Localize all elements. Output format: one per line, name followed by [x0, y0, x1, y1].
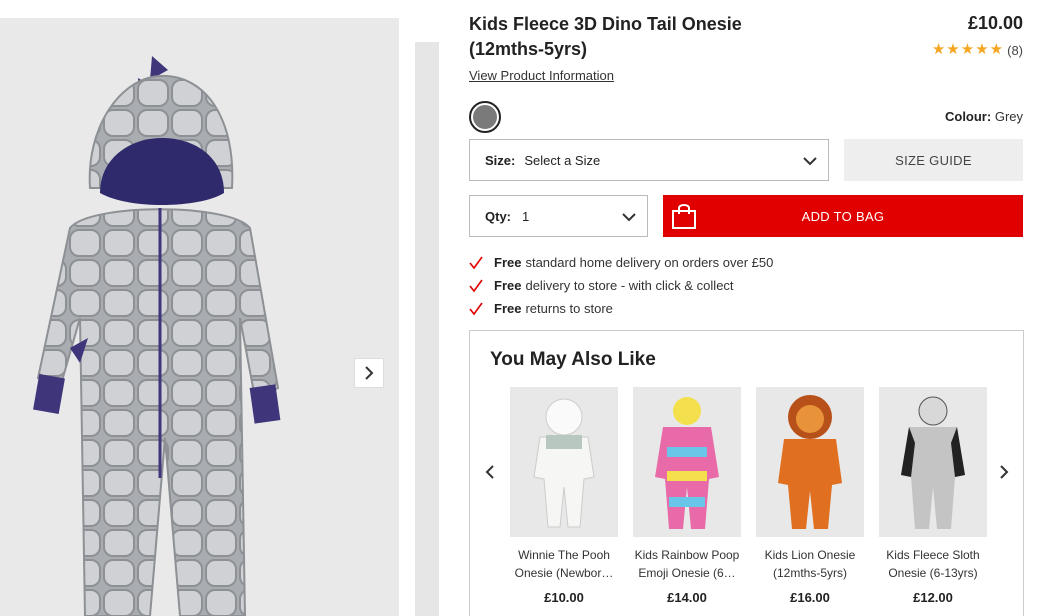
benefit-text: returns to store [525, 301, 613, 316]
tick-icon [469, 302, 483, 315]
recommendation-card[interactable]: Kids Lion Onesie (12mths-5yrs) £16.00 [756, 387, 864, 605]
benefit-bold: Free [494, 255, 522, 270]
star-icon: ★ [960, 41, 975, 58]
benefit-bold: Free [494, 278, 522, 293]
colour-swatch-grey[interactable] [469, 101, 501, 133]
colour-indicator: Colour: Grey [945, 109, 1023, 124]
size-label: Size: [485, 152, 516, 168]
recommendation-name: Winnie The Pooh Onesie (Newbor… [514, 548, 614, 580]
recommendation-card[interactable]: Kids Rainbow Poop Emoji Onesie (6… £14.0… [633, 387, 741, 605]
chevron-down-icon [622, 213, 636, 222]
recommendation-image [879, 387, 987, 537]
colour-value: Grey [994, 109, 1023, 124]
you-may-also-like-panel: You May Also Like Winnie The Pooh Onesie… [469, 330, 1024, 616]
star-icon: ★ [975, 41, 989, 58]
recommendation-name: Kids Lion Onesie (12mths-5yrs) [764, 548, 856, 580]
swatch-fill [473, 105, 497, 129]
benefit-text: standard home delivery on orders over £5… [525, 255, 774, 270]
size-guide-button[interactable]: SIZE GUIDE [844, 139, 1023, 181]
recommendation-image [510, 387, 618, 537]
recommendation-price: £10.00 [544, 590, 584, 605]
benefit-item: Free delivery to store - with click & co… [469, 274, 773, 297]
quantity-select[interactable]: Qty: 1 [469, 195, 648, 237]
product-title: Kids Fleece 3D Dino Tail Onesie (12mths-… [469, 14, 742, 59]
recommendation-card[interactable]: Winnie The Pooh Onesie (Newbor… £10.00 [510, 387, 618, 605]
chevron-down-icon [803, 157, 817, 166]
star-icon: ★ [946, 41, 960, 58]
chevron-right-icon [365, 366, 374, 380]
shopping-bag-icon [663, 195, 705, 237]
add-to-bag-label: ADD TO BAG [801, 208, 885, 224]
recommendations-next-button[interactable] [994, 461, 1014, 483]
dino-onesie-image [33, 56, 281, 616]
tick-icon [469, 279, 483, 292]
size-select[interactable]: Size: Select a Size [469, 139, 829, 181]
gallery-next-button[interactable] [354, 358, 384, 388]
benefit-item: Free returns to store [469, 297, 773, 320]
recommendation-image [633, 387, 741, 537]
colour-label: Colour: [944, 109, 992, 124]
size-value: Select a Size [524, 152, 601, 168]
recommendations-prev-button[interactable] [480, 461, 500, 483]
recommendations-title: You May Also Like [490, 349, 656, 370]
recommendation-card[interactable]: Kids Fleece Sloth Onesie (6-13yrs) £12.0… [879, 387, 987, 605]
recommendation-price: £12.00 [913, 590, 953, 605]
benefit-bold: Free [494, 301, 522, 316]
product-price: £10.00 [967, 13, 1023, 33]
chevron-left-icon [485, 465, 494, 479]
recommendation-price: £14.00 [667, 590, 707, 605]
chevron-right-icon [1000, 465, 1009, 479]
delivery-benefits: Free standard home delivery on orders ov… [469, 251, 773, 320]
tick-icon [469, 256, 483, 269]
star-icon: ★ [989, 41, 1004, 58]
qty-value: 1 [522, 208, 530, 224]
rating-count: (8) [1007, 42, 1023, 58]
star-icon: ★ [931, 41, 946, 58]
add-to-bag-button[interactable]: ADD TO BAG [663, 195, 1023, 237]
recommendation-name: Kids Fleece Sloth Onesie (6-13yrs) [886, 548, 980, 580]
qty-label: Qty: [485, 208, 511, 224]
benefit-text: delivery to store - with click & collect [525, 278, 734, 293]
view-product-information-link[interactable]: View Product Information [469, 68, 614, 83]
product-rating[interactable]: ★ ★ ★ ★ ★ (8) [932, 42, 1023, 58]
benefit-item: Free standard home delivery on orders ov… [469, 251, 773, 274]
recommendation-price: £16.00 [790, 590, 830, 605]
recommendation-image [756, 387, 864, 537]
recommendation-name: Kids Rainbow Poop Emoji Onesie (6… [634, 548, 740, 580]
product-main-image [0, 18, 399, 616]
gallery-next-image-preview[interactable] [415, 42, 439, 616]
